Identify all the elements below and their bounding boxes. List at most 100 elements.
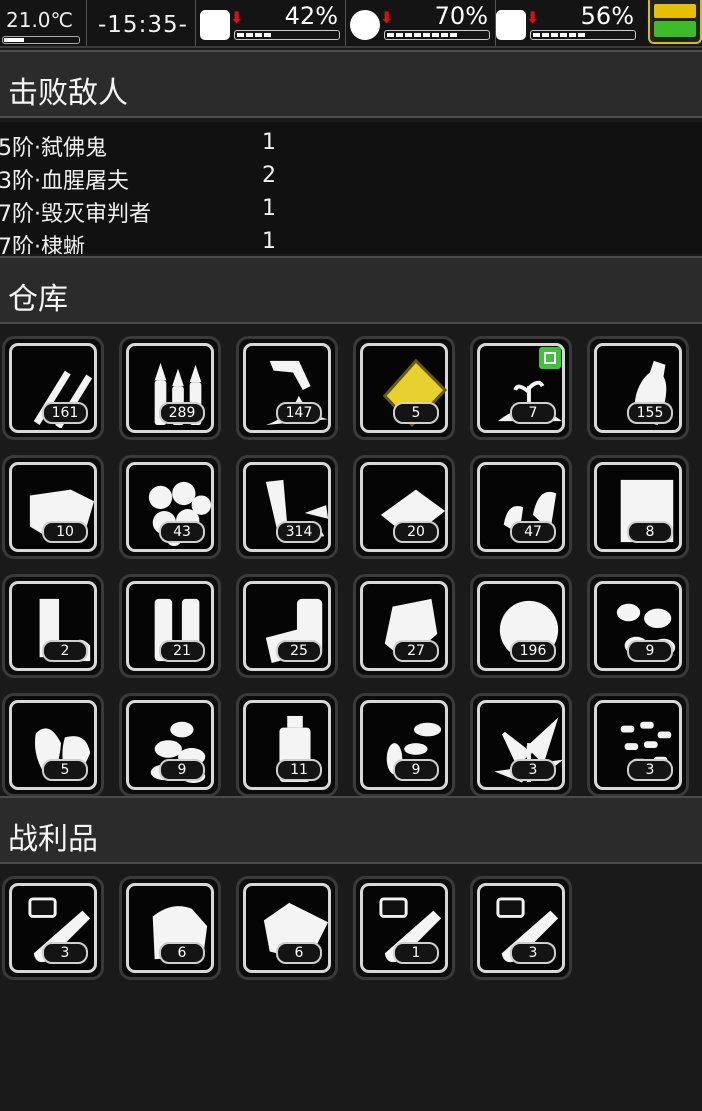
enemy-name: 7阶·棣蜥 bbox=[0, 235, 85, 254]
enemy-name: 7阶·毁灭审判者 bbox=[0, 202, 151, 227]
slot-frame: 25 bbox=[243, 581, 331, 671]
stamina-bar bbox=[234, 30, 340, 40]
inventory-slot[interactable]: 314 bbox=[236, 455, 338, 559]
item-quantity: 5 bbox=[42, 759, 88, 781]
stamina-stat[interactable]: ⬇ 42% bbox=[200, 0, 344, 46]
decrease-arrow-icon: ⬇ bbox=[526, 8, 540, 27]
inventory-slot[interactable]: 3 bbox=[470, 876, 572, 980]
slot-frame: 5 bbox=[360, 343, 448, 433]
kills-title: 击败敌人 bbox=[8, 76, 128, 111]
item-quantity: 314 bbox=[276, 521, 322, 543]
item-quantity: 20 bbox=[393, 521, 439, 543]
item-quantity: 155 bbox=[627, 402, 673, 424]
health-stat[interactable]: ⬇ 56% bbox=[496, 0, 640, 46]
inventory-slot[interactable]: 9 bbox=[353, 693, 455, 796]
kill-row: 5阶·弑佛鬼 1 bbox=[0, 126, 702, 161]
inventory-slot[interactable]: 21 bbox=[119, 574, 221, 678]
inventory-slot[interactable]: 25 bbox=[236, 574, 338, 678]
inventory-slot[interactable]: 6 bbox=[236, 876, 338, 980]
inventory-slot[interactable]: 8 bbox=[587, 455, 689, 559]
water-stat[interactable]: ⬇ 70% bbox=[350, 0, 494, 46]
slot-frame: 9 bbox=[126, 700, 214, 790]
inventory-slot[interactable]: 2 bbox=[2, 574, 104, 678]
item-quantity: 289 bbox=[159, 402, 205, 424]
inventory-slot[interactable]: 47 bbox=[470, 455, 572, 559]
item-quantity: 10 bbox=[42, 521, 88, 543]
item-quantity: 6 bbox=[159, 942, 205, 964]
water-drop-icon bbox=[350, 10, 380, 40]
item-quantity: 21 bbox=[159, 640, 205, 662]
item-quantity: 3 bbox=[510, 759, 556, 781]
inventory-slot[interactable]: 3 bbox=[2, 876, 104, 980]
inventory-slot[interactable]: 10 bbox=[2, 455, 104, 559]
slot-frame: 314 bbox=[243, 462, 331, 552]
kills-header: 击败敌人 bbox=[0, 50, 702, 118]
temperature-bar bbox=[2, 36, 80, 44]
item-quantity: 9 bbox=[627, 640, 673, 662]
slot-frame: 8 bbox=[594, 462, 682, 552]
item-quantity: 6 bbox=[276, 942, 322, 964]
slot-frame: 6 bbox=[243, 883, 331, 973]
slot-frame: 289 bbox=[126, 343, 214, 433]
item-quantity: 161 bbox=[42, 402, 88, 424]
kill-row: 3阶·血腥屠夫 2 bbox=[0, 159, 702, 194]
inventory-slot[interactable]: 5 bbox=[353, 336, 455, 440]
slot-frame: 3 bbox=[9, 883, 97, 973]
item-quantity: 196 bbox=[510, 640, 556, 662]
slot-frame: 9 bbox=[360, 700, 448, 790]
slot-frame: 2 bbox=[9, 581, 97, 671]
slot-frame: 5 bbox=[9, 700, 97, 790]
inventory-slot[interactable]: 289 bbox=[119, 336, 221, 440]
inventory-slot[interactable]: 11 bbox=[236, 693, 338, 796]
inventory-slot[interactable]: 9 bbox=[119, 693, 221, 796]
stamina-value: 42% bbox=[284, 2, 338, 30]
inventory-slot[interactable]: 147 bbox=[236, 336, 338, 440]
warehouse-header: 仓库 bbox=[0, 256, 702, 324]
slot-frame: 147 bbox=[243, 343, 331, 433]
inventory-slot[interactable]: 9 bbox=[587, 574, 689, 678]
enemy-name: 3阶·血腥屠夫 bbox=[0, 169, 129, 194]
kill-count: 1 bbox=[262, 196, 276, 221]
inventory-slot[interactable]: 3 bbox=[470, 693, 572, 796]
slot-frame: 21 bbox=[126, 581, 214, 671]
item-quantity: 147 bbox=[276, 402, 322, 424]
item-quantity: 2 bbox=[42, 640, 88, 662]
inventory-slot[interactable]: 196 bbox=[470, 574, 572, 678]
slot-frame: 11 bbox=[243, 700, 331, 790]
boot-icon bbox=[200, 10, 230, 40]
inventory-slot[interactable]: 6 bbox=[119, 876, 221, 980]
warehouse-grid[interactable]: 161 289 147 5 7 155 10 43 314 20 47 8 2 21 25 27 196 9 5 9 1… bbox=[0, 326, 702, 796]
inventory-slot[interactable]: 43 bbox=[119, 455, 221, 559]
loot-grid[interactable]: 3 6 6 1 3 bbox=[0, 866, 702, 1111]
slot-frame: 1 bbox=[360, 883, 448, 973]
item-quantity: 7 bbox=[510, 402, 556, 424]
slot-frame: 43 bbox=[126, 462, 214, 552]
inventory-slot[interactable]: 155 bbox=[587, 336, 689, 440]
inventory-slot[interactable]: 27 bbox=[353, 574, 455, 678]
item-quantity: 27 bbox=[393, 640, 439, 662]
list-badge-icon bbox=[539, 347, 561, 369]
inventory-slot[interactable]: 5 bbox=[2, 693, 104, 796]
item-quantity: 3 bbox=[510, 942, 556, 964]
decrease-arrow-icon: ⬇ bbox=[230, 8, 244, 27]
slot-frame: 10 bbox=[9, 462, 97, 552]
enemy-name: 5阶·弑佛鬼 bbox=[0, 136, 107, 161]
inventory-slot[interactable]: 7 bbox=[470, 336, 572, 440]
kills-list[interactable]: 5阶·弑佛鬼 1 3阶·血腥屠夫 2 7阶·毁灭审判者 1 7阶·棣蜥 1 bbox=[0, 122, 702, 254]
inventory-slot[interactable]: 20 bbox=[353, 455, 455, 559]
item-quantity: 9 bbox=[393, 759, 439, 781]
slot-frame: 3 bbox=[477, 883, 565, 973]
kill-count: 2 bbox=[262, 163, 276, 188]
battery-icon bbox=[648, 0, 702, 44]
health-value: 56% bbox=[580, 2, 634, 30]
inventory-slot[interactable]: 1 bbox=[353, 876, 455, 980]
divider bbox=[345, 0, 346, 46]
inventory-slot[interactable]: 3 bbox=[587, 693, 689, 796]
water-bar bbox=[384, 30, 490, 40]
kill-row: 7阶·棣蜥 1 bbox=[0, 225, 702, 254]
water-value: 70% bbox=[434, 2, 488, 30]
kill-row: 7阶·毁灭审判者 1 bbox=[0, 192, 702, 227]
loot-title: 战利品 bbox=[8, 822, 98, 857]
inventory-slot[interactable]: 161 bbox=[2, 336, 104, 440]
slot-frame: 20 bbox=[360, 462, 448, 552]
